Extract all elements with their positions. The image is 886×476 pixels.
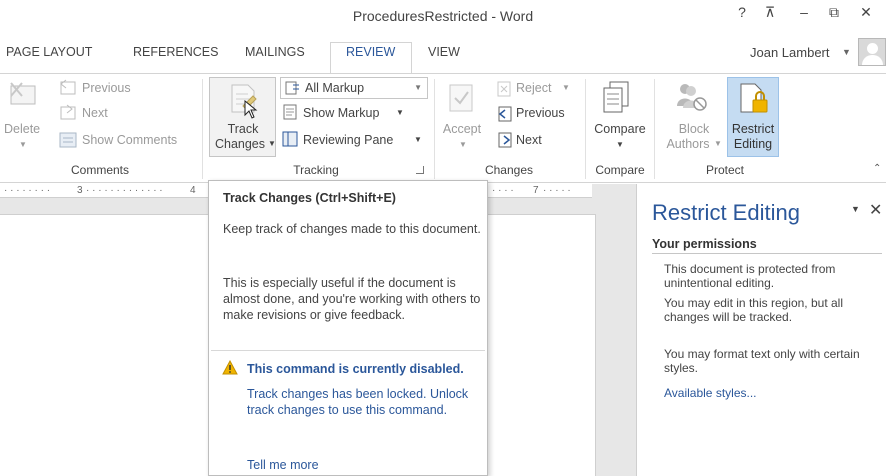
mouse-pointer-icon bbox=[244, 100, 258, 119]
compare-dropdown-icon[interactable]: ▼ bbox=[616, 140, 624, 149]
block-authors-label-1[interactable]: Block bbox=[668, 122, 720, 137]
compare-group-label: Compare bbox=[595, 163, 645, 177]
permissions-text: This document is protected from unintent… bbox=[664, 262, 836, 290]
tab-view[interactable]: VIEW bbox=[428, 45, 460, 59]
delete-comment-icon bbox=[10, 82, 36, 105]
close-button[interactable]: ✕ bbox=[854, 4, 878, 21]
reject-button[interactable]: Reject bbox=[516, 81, 551, 95]
close-icon[interactable]: ✕ bbox=[869, 200, 882, 220]
accept-button[interactable]: Accept bbox=[440, 122, 484, 137]
tooltip-description-detail: This is especially useful if the documen… bbox=[223, 276, 481, 322]
delete-dropdown-icon[interactable]: ▼ bbox=[19, 140, 27, 149]
next-comment-icon bbox=[60, 104, 76, 120]
comments-group-label: Comments bbox=[70, 163, 129, 177]
tab-references[interactable]: REFERENCES bbox=[133, 45, 218, 59]
user-dropdown-icon[interactable]: ▼ bbox=[842, 47, 851, 57]
tracking-group-label: Tracking bbox=[293, 163, 339, 177]
tooltip-divider bbox=[211, 350, 485, 351]
reject-icon bbox=[497, 81, 511, 97]
protect-group-label: Protect bbox=[705, 163, 744, 177]
pane-options-icon[interactable]: ▼ bbox=[851, 204, 860, 214]
show-comments-button[interactable]: Show Comments bbox=[82, 133, 177, 147]
tab-mailings[interactable]: MAILINGS bbox=[245, 45, 305, 59]
previous-change-icon bbox=[498, 106, 512, 122]
chevron-down-icon: ▼ bbox=[414, 83, 422, 92]
markup-view-value: All Markup bbox=[305, 81, 365, 95]
show-comments-icon bbox=[59, 132, 77, 148]
show-markup-dropdown-icon[interactable]: ▼ bbox=[396, 108, 404, 117]
warning-icon bbox=[222, 360, 238, 375]
permissions-heading: Your permissions bbox=[652, 237, 757, 251]
show-markup-icon bbox=[283, 104, 297, 120]
accept-dropdown-icon[interactable]: ▼ bbox=[459, 140, 467, 149]
group-divider bbox=[202, 79, 203, 179]
ruler-mark: 4 bbox=[190, 185, 196, 196]
tell-me-more-link[interactable]: Tell me more bbox=[247, 458, 319, 472]
tooltip-description: Keep track of changes made to this docum… bbox=[223, 222, 481, 236]
help-button[interactable]: ? bbox=[730, 4, 754, 20]
show-markup-button[interactable]: Show Markup bbox=[303, 106, 379, 120]
available-styles-link[interactable]: Available styles... bbox=[664, 386, 757, 400]
next-comment-button[interactable]: Next bbox=[82, 106, 108, 120]
restrict-editing-button[interactable]: Editing bbox=[727, 137, 779, 152]
delete-comment-button[interactable]: Delete bbox=[4, 122, 40, 137]
compare-button[interactable]: Compare bbox=[588, 122, 652, 137]
markup-view-select[interactable]: All Markup ▼ bbox=[280, 77, 428, 99]
next-change-button[interactable]: Next bbox=[516, 133, 542, 147]
pane-title: Restrict Editing bbox=[652, 200, 800, 225]
tab-review[interactable]: REVIEW bbox=[346, 45, 395, 59]
compare-icon bbox=[603, 81, 629, 113]
group-divider bbox=[434, 79, 435, 179]
avatar[interactable] bbox=[858, 38, 886, 66]
minimize-button[interactable]: – bbox=[792, 4, 816, 20]
next-change-icon bbox=[498, 132, 512, 148]
reject-dropdown-icon[interactable]: ▼ bbox=[562, 83, 570, 92]
tab-page-layout[interactable]: PAGE LAYOUT bbox=[6, 45, 92, 59]
track-changes-dropdown-icon[interactable]: ▼ bbox=[268, 139, 276, 148]
markup-icon bbox=[285, 81, 299, 95]
block-authors-dropdown-icon[interactable]: ▼ bbox=[714, 139, 722, 148]
reviewing-pane-button[interactable]: Reviewing Pane bbox=[303, 133, 393, 147]
group-divider bbox=[585, 79, 586, 179]
reviewing-pane-icon bbox=[282, 131, 298, 147]
disabled-warning: This command is currently disabled. bbox=[247, 362, 464, 376]
block-authors-button[interactable]: Authors bbox=[662, 137, 714, 152]
changes-group-label: Changes bbox=[484, 163, 534, 177]
previous-comment-icon bbox=[60, 79, 76, 95]
track-changes-button[interactable]: Changes bbox=[210, 137, 270, 152]
tracking-dialog-launcher[interactable] bbox=[416, 166, 424, 174]
restrict-editing-icon bbox=[740, 83, 768, 113]
restrict-editing-label-1[interactable]: Restrict bbox=[727, 122, 779, 137]
track-changes-tooltip: Track Changes (Ctrl+Shift+E) Keep track … bbox=[208, 180, 488, 476]
previous-change-button[interactable]: Previous bbox=[516, 106, 565, 120]
locked-message: Track changes has been locked. Unlock tr… bbox=[247, 387, 469, 417]
user-name[interactable]: Joan Lambert bbox=[750, 45, 830, 60]
ruler-mark: 3 bbox=[77, 185, 83, 196]
permissions-text: You may format text only with certain st… bbox=[664, 347, 860, 375]
section-divider bbox=[652, 253, 882, 254]
collapse-ribbon-icon[interactable]: ⌃ bbox=[873, 163, 881, 174]
track-changes-label-1[interactable]: Track bbox=[210, 122, 276, 137]
previous-comment-button[interactable]: Previous bbox=[82, 81, 131, 95]
permissions-text: You may edit in this region, but all cha… bbox=[664, 296, 843, 324]
accept-icon bbox=[449, 84, 473, 112]
ribbon-display-options-button[interactable]: ⊼ bbox=[758, 4, 782, 21]
reviewing-pane-dropdown-icon[interactable]: ▼ bbox=[414, 135, 422, 144]
restore-button[interactable]: ⧉ bbox=[822, 4, 846, 21]
ruler-mark: 7 bbox=[533, 185, 539, 196]
title-bar: ProceduresRestricted - Word ? ⊼ – ⧉ ✕ bbox=[0, 0, 886, 36]
restrict-editing-pane: Restrict Editing ▼ ✕ Your permissions Th… bbox=[636, 184, 886, 476]
tooltip-title: Track Changes (Ctrl+Shift+E) bbox=[223, 191, 396, 205]
block-authors-icon bbox=[677, 84, 707, 111]
